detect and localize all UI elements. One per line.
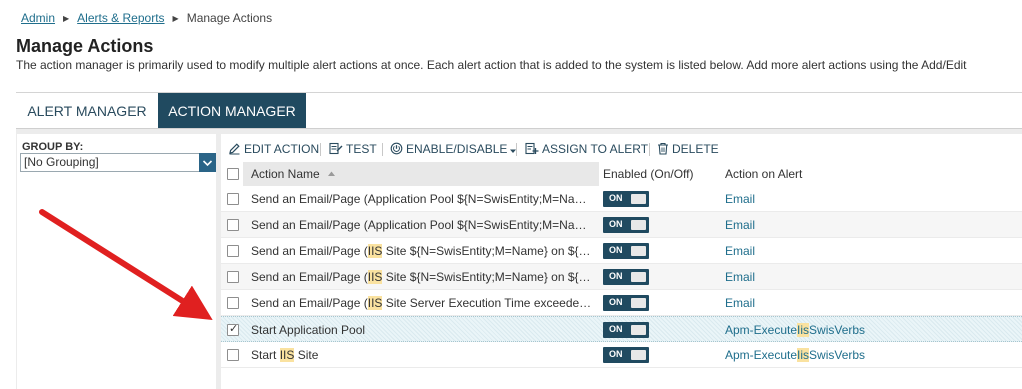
annotation-arrow: [39, 209, 213, 321]
